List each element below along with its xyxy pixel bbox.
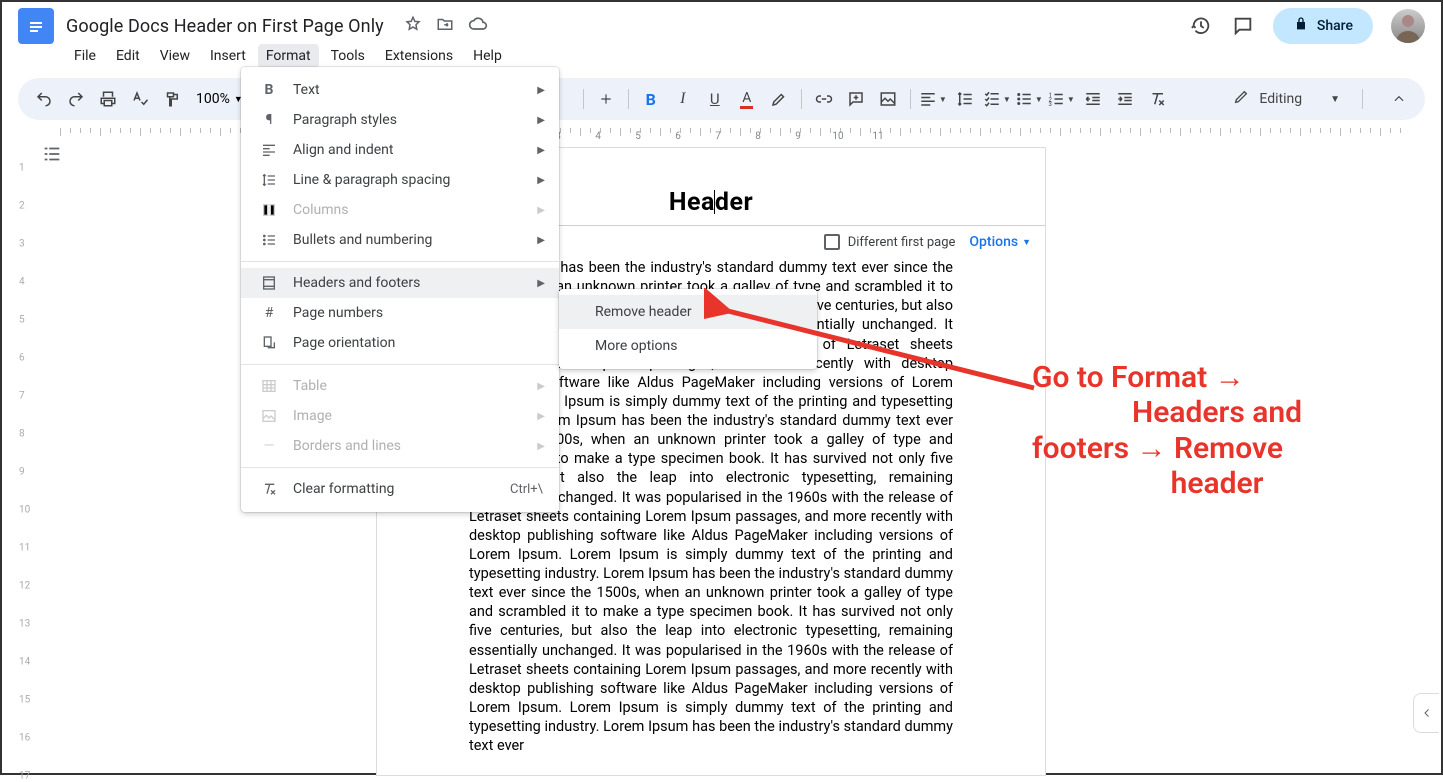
menu-item-image: Image▶	[241, 401, 559, 431]
zoom-value: 100%	[196, 91, 230, 107]
chevron-down-icon: ▼	[1330, 94, 1340, 105]
toolbar: 100%▼ B I U A ▼ ▼ ▼ 123▼ Editing ▼	[18, 78, 1425, 120]
editing-label: Editing	[1259, 91, 1302, 107]
editing-mode-button[interactable]: Editing ▼	[1219, 83, 1354, 115]
different-first-page-checkbox[interactable]: Different first page	[824, 234, 956, 250]
expand-up-button[interactable]	[1385, 85, 1413, 113]
different-first-page-label: Different first page	[848, 235, 956, 250]
numbered-list-button[interactable]: 123▼	[1047, 85, 1075, 113]
text-color-button[interactable]: A	[733, 85, 761, 113]
menu-item-paragraph-styles[interactable]: ¶Paragraph styles▶	[241, 105, 559, 135]
separator	[801, 89, 802, 109]
menu-help[interactable]: Help	[465, 44, 510, 68]
menu-item-align-indent[interactable]: Align and indent▶	[241, 135, 559, 165]
decrease-indent-button[interactable]	[1079, 85, 1107, 113]
docs-logo[interactable]	[18, 8, 54, 44]
spellcheck-button[interactable]	[126, 85, 154, 113]
checklist-button[interactable]: ▼	[983, 85, 1011, 113]
menu-item-text[interactable]: BText▶	[241, 75, 559, 105]
menu-item-clear-formatting[interactable]: Clear formattingCtrl+\	[241, 474, 559, 504]
menu-insert[interactable]: Insert	[202, 44, 254, 68]
line-spacing-button[interactable]	[951, 85, 979, 113]
insert-link-button[interactable]	[810, 85, 838, 113]
bold-button[interactable]: B	[637, 85, 665, 113]
zoom-select[interactable]: 100%▼	[190, 91, 249, 107]
document-outline-button[interactable]	[36, 138, 68, 170]
submenu-remove-header[interactable]: Remove header	[559, 295, 817, 329]
menu-edit[interactable]: Edit	[108, 44, 148, 68]
format-dropdown: BText▶ ¶Paragraph styles▶ Align and inde…	[241, 67, 559, 512]
cloud-icon[interactable]	[468, 14, 488, 38]
separator	[241, 261, 559, 262]
comments-icon[interactable]	[1231, 14, 1255, 38]
options-label: Options	[969, 234, 1018, 250]
svg-text:3: 3	[1048, 101, 1051, 108]
menu-item-bullets-numbering[interactable]: Bullets and numbering▶	[241, 225, 559, 255]
chevron-down-icon: ▼	[1022, 237, 1031, 248]
menu-extensions[interactable]: Extensions	[377, 44, 461, 68]
menu-file[interactable]: File	[66, 44, 104, 68]
separator	[241, 467, 559, 468]
headers-footers-submenu: Remove header More options	[559, 289, 817, 369]
submenu-more-options[interactable]: More options	[559, 329, 817, 363]
menu-item-borders-lines: —Borders and lines▶	[241, 431, 559, 461]
menu-item-table: Table▶	[241, 371, 559, 401]
share-button[interactable]: Share	[1273, 8, 1373, 44]
menu-format[interactable]: Format	[258, 44, 319, 68]
menu-item-page-numbers[interactable]: #Page numbers	[241, 298, 559, 328]
menu-item-columns: Columns▶	[241, 195, 559, 225]
move-icon[interactable]	[436, 15, 454, 37]
side-panel-toggle[interactable]	[1413, 693, 1439, 733]
paint-format-button[interactable]	[158, 85, 186, 113]
share-label: Share	[1317, 18, 1353, 34]
separator	[583, 89, 584, 109]
menu-view[interactable]: View	[152, 44, 198, 68]
history-icon[interactable]	[1189, 14, 1213, 38]
highlight-button[interactable]	[765, 85, 793, 113]
font-size-plus-button[interactable]	[592, 85, 620, 113]
avatar[interactable]	[1391, 9, 1425, 43]
lock-icon	[1293, 16, 1309, 36]
italic-button[interactable]: I	[669, 85, 697, 113]
separator	[1362, 89, 1363, 109]
menu-item-page-orientation[interactable]: Page orientation	[241, 328, 559, 358]
menu-item-headers-footers[interactable]: Headers and footers▶	[241, 268, 559, 298]
annotation-text: Go to Format → Headers and footers → Rem…	[1032, 360, 1402, 502]
star-icon[interactable]	[404, 15, 422, 37]
increase-indent-button[interactable]	[1111, 85, 1139, 113]
separator	[628, 89, 629, 109]
separator	[241, 364, 559, 365]
align-button[interactable]: ▼	[919, 85, 947, 113]
bulleted-list-button[interactable]: ▼	[1015, 85, 1043, 113]
insert-image-button[interactable]	[874, 85, 902, 113]
menu-tools[interactable]: Tools	[323, 44, 373, 68]
pencil-icon	[1233, 89, 1249, 109]
separator	[910, 89, 911, 109]
shortcut-label: Ctrl+\	[510, 482, 543, 497]
print-button[interactable]	[94, 85, 122, 113]
header-text[interactable]: Header	[669, 188, 753, 216]
menu-item-line-spacing[interactable]: Line & paragraph spacing▶	[241, 165, 559, 195]
clear-formatting-button[interactable]	[1143, 85, 1171, 113]
checkbox-icon	[824, 234, 840, 250]
undo-button[interactable]	[30, 85, 58, 113]
menu-bar: File Edit View Insert Format Tools Exten…	[2, 42, 1441, 70]
insert-comment-button[interactable]	[842, 85, 870, 113]
underline-button[interactable]: U	[701, 85, 729, 113]
vertical-ruler[interactable]: 1234567891011121314151617	[15, 148, 33, 773]
document-title[interactable]: Google Docs Header on First Page Only	[66, 16, 384, 37]
redo-button[interactable]	[62, 85, 90, 113]
header-options-button[interactable]: Options ▼	[969, 234, 1031, 250]
